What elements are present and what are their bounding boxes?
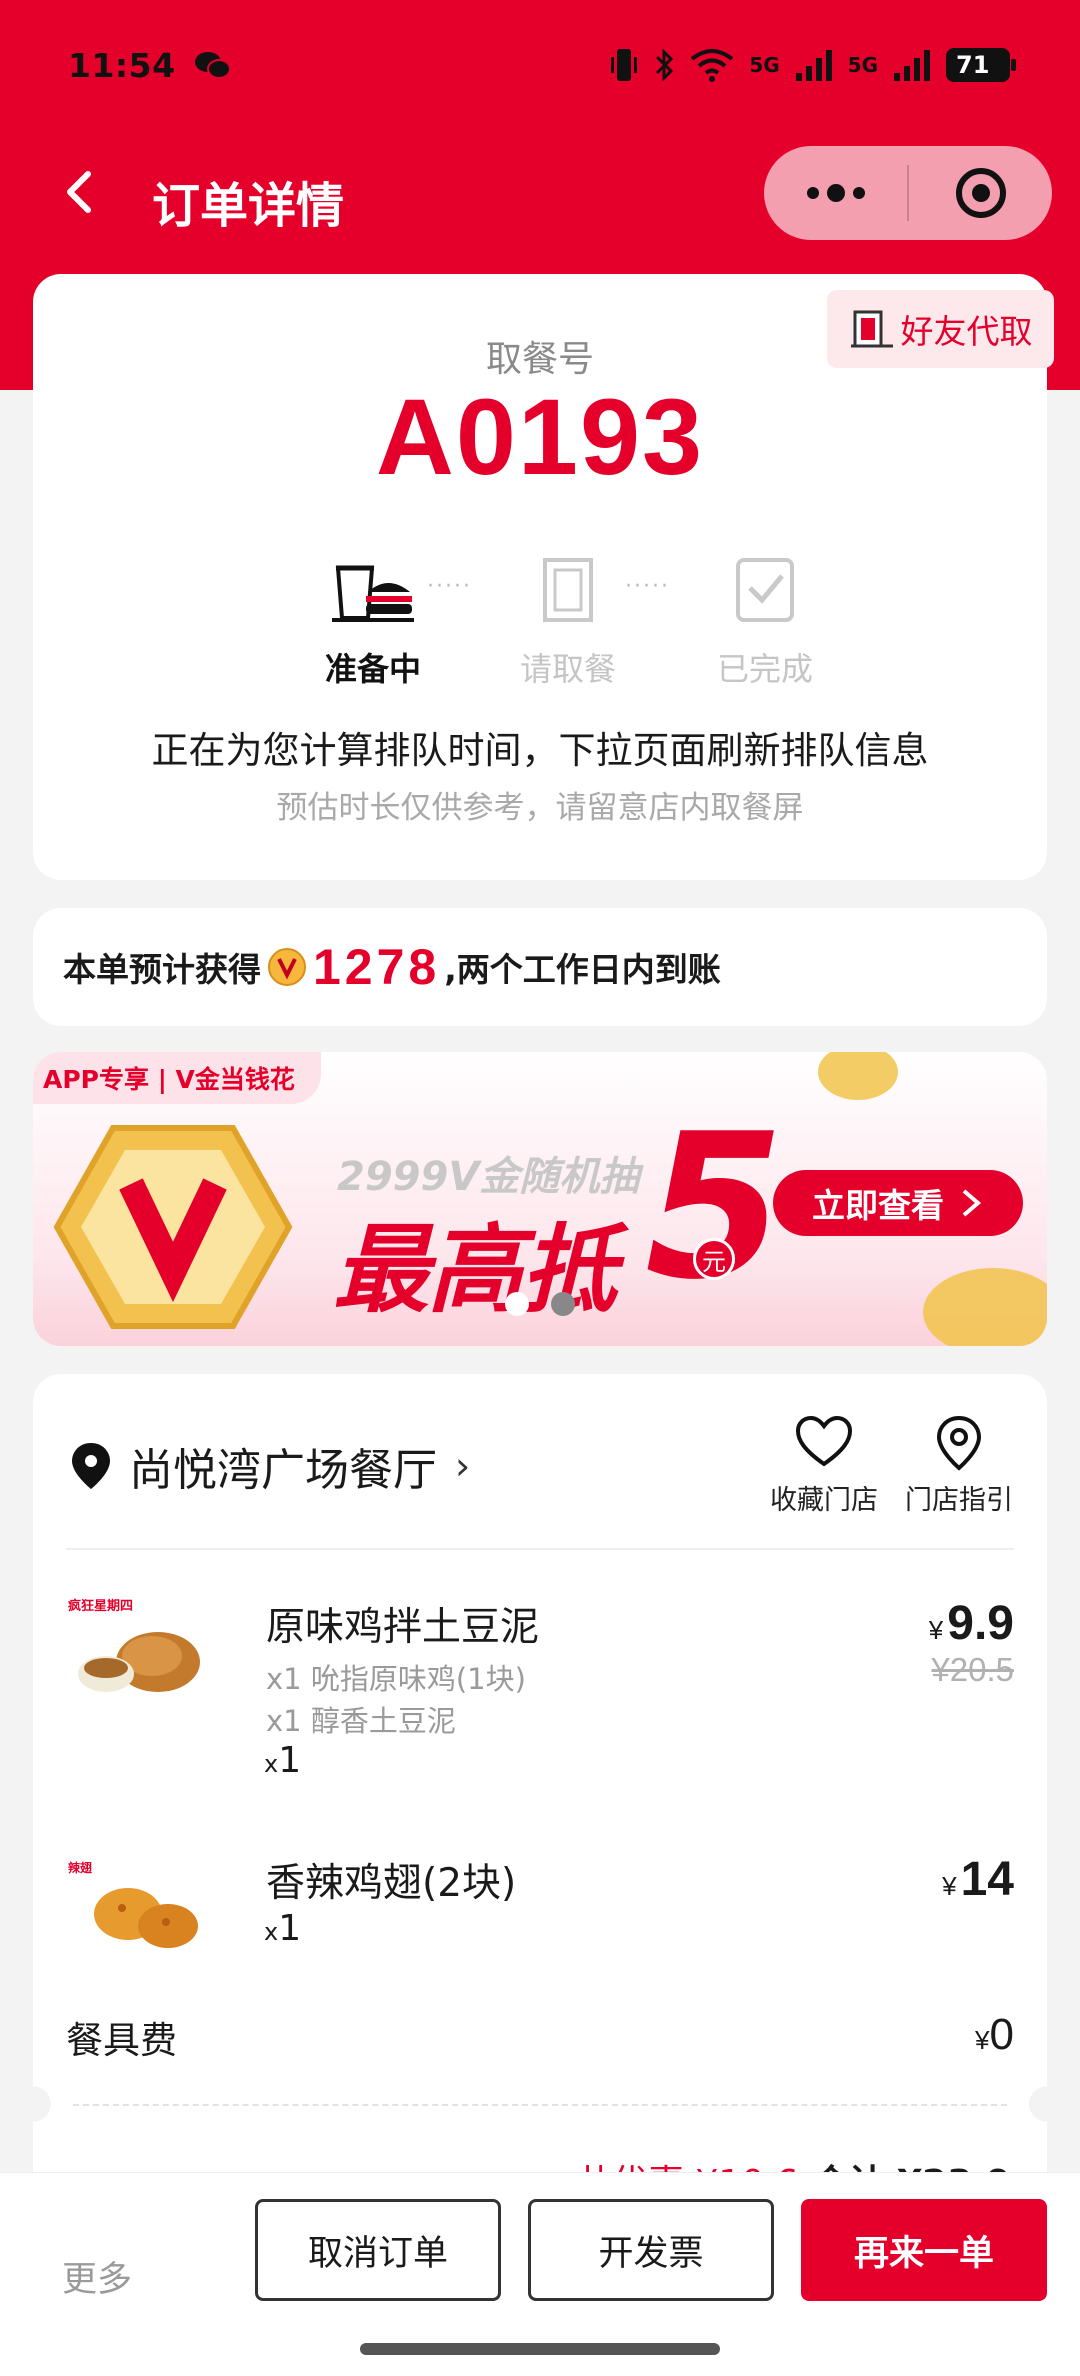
currency: ¥ — [975, 2025, 990, 2055]
view-now-label: 立即查看 — [812, 1186, 944, 1225]
svg-text:疯狂星期四: 疯狂星期四 — [68, 1598, 133, 1614]
bottom-action-bar: 更多 取消订单 开发票 再来一单 — [0, 2172, 1080, 2376]
price-value: 9.9 — [947, 1597, 1014, 1650]
item-price: ¥14 — [942, 1852, 1014, 1907]
points-card: 本单预计获得 1278 ,两个工作日内到账 — [33, 908, 1047, 1026]
wifi-icon — [691, 49, 734, 82]
chevron-right-icon: › — [455, 1444, 471, 1488]
status-icons: 5G 5G 71 — [609, 47, 1016, 83]
fee-value: ¥0 — [975, 2010, 1014, 2064]
step-connector: ····· — [625, 574, 670, 599]
divider — [66, 1548, 1014, 1550]
chevron-right-icon — [962, 1189, 982, 1217]
home-indicator[interactable] — [360, 2343, 720, 2355]
step-complete: 已完成 — [670, 544, 860, 690]
step-label: 已完成 — [716, 650, 813, 688]
currency: ¥ — [942, 1871, 957, 1901]
favorite-store-button[interactable]: 收藏门店 — [764, 1414, 884, 1517]
banner-tag: APP专享 | V金当钱花 — [33, 1052, 321, 1104]
favorite-store-label: 收藏门店 — [770, 1485, 878, 1516]
item-name: 香辣鸡翅(2块) — [266, 1861, 517, 1906]
status-time: 11:54 — [68, 45, 176, 85]
pager-dot[interactable] — [505, 1292, 529, 1316]
more-menu-icon[interactable] — [764, 184, 907, 202]
store-name: 尚悦湾广场餐厅 — [129, 1445, 437, 1496]
item-component: x1 吮指原味鸡(1块) — [266, 1662, 526, 1696]
qty-prefix: x — [264, 1918, 279, 1946]
signal-label-1: 5G — [749, 53, 780, 77]
points-value: 1278 — [313, 939, 441, 995]
qty-value: 1 — [278, 1908, 302, 1949]
store-guide-button[interactable]: 门店指引 — [899, 1414, 1019, 1517]
signal-icon — [795, 50, 832, 81]
points-prefix: 本单预计获得 — [63, 950, 261, 989]
ticket-notch — [1029, 2086, 1065, 2122]
fee-amount: 0 — [989, 2010, 1014, 2059]
page-title: 订单详情 — [152, 178, 345, 234]
store-link[interactable]: 尚悦湾广场餐厅 › — [69, 1434, 470, 1498]
step-connector: ····· — [427, 574, 472, 599]
reorder-button[interactable]: 再来一单 — [801, 2199, 1047, 2301]
step-ready: 请取餐 — [473, 544, 663, 690]
vibrate-icon — [611, 49, 638, 81]
step-label: 请取餐 — [519, 650, 616, 688]
banner-pager — [33, 1292, 1047, 1316]
points-suffix: ,两个工作日内到账 — [444, 950, 721, 989]
step-label: 准备中 — [324, 650, 421, 688]
item-quantity: x1 — [264, 1908, 301, 1949]
qty-value: 1 — [278, 1740, 302, 1781]
price-value: 14 — [960, 1853, 1014, 1906]
more-button[interactable]: 更多 — [62, 2251, 132, 2302]
step-preparing: 准备中 — [278, 544, 468, 690]
wechat-icon — [194, 52, 231, 79]
tableware-fee-row: 餐具费 ¥0 — [66, 2010, 1014, 2064]
map-pin-icon — [899, 1414, 1019, 1478]
queue-hint: 预估时长仅供参考，请留意店内取餐屏 — [276, 790, 804, 826]
heart-icon — [764, 1414, 884, 1478]
fee-label: 餐具费 — [66, 2019, 177, 2062]
check-bag-icon — [670, 544, 860, 634]
cancel-order-button[interactable]: 取消订单 — [255, 2199, 501, 2301]
promo-banner[interactable]: APP专享 | V金当钱花 2999V金随机抽 最高抵 5 元 立即查看 — [33, 1052, 1047, 1346]
qty-prefix: x — [264, 1750, 279, 1778]
order-progress: 准备中 ····· 请取餐 ····· 已完成 — [33, 544, 1047, 704]
store-guide-label: 门店指引 — [905, 1485, 1013, 1516]
back-arrow-icon[interactable] — [52, 162, 112, 222]
currency: ¥ — [928, 1615, 944, 1645]
dashed-divider — [73, 2104, 1007, 2106]
nav-bar: 订单详情 — [0, 140, 1080, 250]
v-coin-icon — [268, 948, 306, 986]
signal-icon — [894, 50, 930, 81]
chicken-potato-thumbnail: 疯狂星期四 — [68, 1598, 200, 1692]
item-name: 原味鸡拌土豆泥 — [266, 1605, 540, 1650]
pickup-card: 好友代取 取餐号 A0193 准备中 ····· 请取餐 ····· 已完成 正… — [33, 274, 1054, 880]
location-pin-icon — [72, 1443, 110, 1489]
gold-coin-decoration — [818, 1052, 898, 1100]
battery-icon: 71 — [946, 48, 1016, 82]
pickup-number: A0193 — [375, 376, 705, 497]
status-bar: 11:54 5G 5G 71 — [68, 40, 1016, 90]
banner-unit: 元 — [693, 1238, 735, 1280]
close-miniprogram-icon[interactable] — [909, 166, 1052, 220]
view-now-button[interactable]: 立即查看 — [773, 1170, 1023, 1236]
item-price: ¥9.9 ¥20.5 — [929, 1596, 1014, 1689]
ticket-notch — [15, 2086, 51, 2122]
order-item: 辣翅 香辣鸡翅(2块) x1 ¥14 — [66, 1852, 1014, 1972]
item-quantity: x1 — [264, 1740, 301, 1781]
bluetooth-icon — [656, 48, 674, 82]
invoice-button[interactable]: 开发票 — [528, 2199, 774, 2301]
svg-text:辣翅: 辣翅 — [68, 1860, 92, 1875]
pager-dot-active[interactable] — [551, 1292, 575, 1316]
miniprogram-capsule — [764, 146, 1052, 240]
item-component: x1 醇香土豆泥 — [266, 1704, 456, 1738]
queue-message: 正在为您计算排队时间，下拉页面刷新排队信息 — [151, 729, 929, 772]
original-price: ¥20.5 — [931, 1651, 1014, 1688]
order-item: 疯狂星期四 原味鸡拌土豆泥 x1 吮指原味鸡(1块) x1 醇香土豆泥 x1 ¥… — [66, 1596, 1014, 1781]
signal-label-2: 5G — [847, 53, 878, 77]
spicy-wings-thumbnail: 辣翅 — [68, 1860, 198, 1948]
